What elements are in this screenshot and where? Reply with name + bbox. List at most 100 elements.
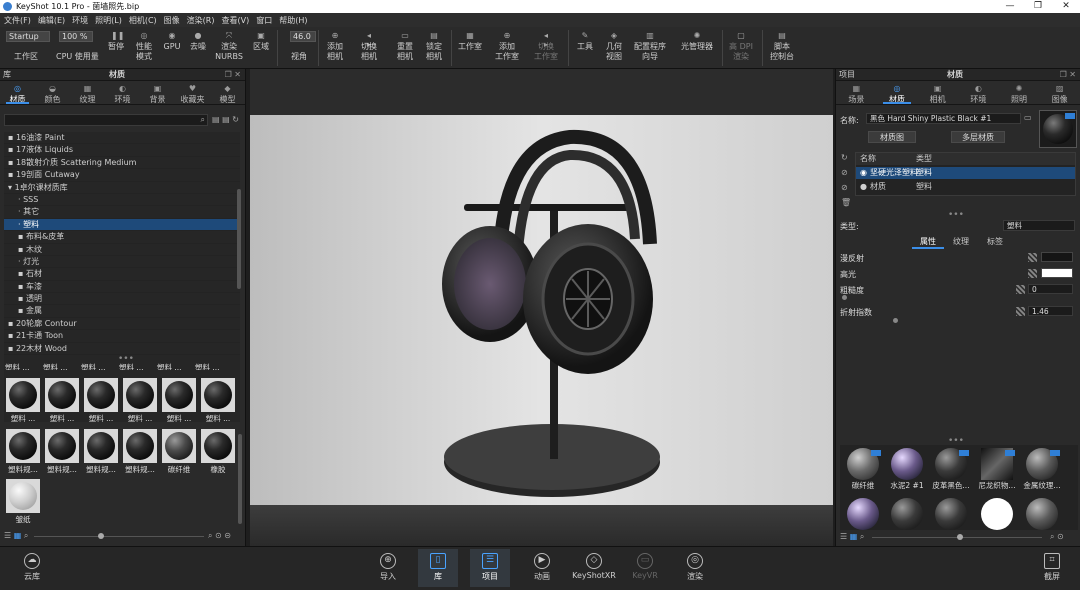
menu-window[interactable]: 窗口 <box>256 15 272 26</box>
tree-item[interactable]: ▪ 19剖面 Cutaway <box>4 169 240 182</box>
material-type-select[interactable]: 塑料 <box>1003 220 1075 231</box>
configurator-wizard-button[interactable]: ▥ 配置程序 向导 <box>632 31 668 62</box>
project-swatch[interactable]: 金属纹理... <box>1022 448 1062 491</box>
refresh-icon[interactable]: ↻ <box>841 153 848 162</box>
region-button[interactable]: ▣ 区域 <box>250 31 272 52</box>
diffuse-texture-icon[interactable] <box>1028 253 1037 262</box>
menu-camera[interactable]: 相机(C) <box>129 15 157 26</box>
tab-image[interactable]: ▨ 图像 <box>1039 81 1080 104</box>
project-swatch-thumbnail[interactable] <box>1026 498 1058 530</box>
thumbnail-size-slider[interactable] <box>34 536 204 537</box>
project-swatch[interactable]: 水泥2 #1 <box>887 448 927 491</box>
tree-item[interactable]: · 灯光 <box>4 256 240 269</box>
animation-button[interactable]: ▶ 动画 <box>522 553 562 582</box>
menu-file[interactable]: 文件(F) <box>4 15 31 26</box>
tab-models[interactable]: ◆ 模型 <box>210 81 245 104</box>
tab-textures[interactable]: ▦ 纹理 <box>70 81 105 104</box>
menu-lighting[interactable]: 照明(L) <box>95 15 122 26</box>
material-swatch[interactable]: 塑料规... <box>44 429 80 475</box>
add-studio-button[interactable]: ⊕ 添加 工作室 <box>493 31 521 62</box>
list-view-icon[interactable]: ☰ <box>840 532 847 541</box>
tree-scrollbar[interactable] <box>237 189 241 289</box>
library-search-input[interactable]: ⌕ <box>4 114 208 126</box>
reset-camera-button[interactable]: ▭ 重置 相机 <box>393 31 417 62</box>
material-swatch[interactable]: 塑料 ... <box>83 378 119 424</box>
link-icon[interactable]: ⊘ <box>841 168 848 177</box>
screenshot-button[interactable]: ⌗ 截屏 <box>1032 553 1072 582</box>
minimize-icon[interactable]: — <box>996 0 1024 13</box>
material-swatch[interactable]: 塑料 ... <box>200 378 236 424</box>
tree-item-selected[interactable]: · 塑料 <box>4 218 240 232</box>
render-nurbs-button[interactable]: ⤧ 渲染 NURBS <box>215 31 243 62</box>
tree-item[interactable]: · SSS <box>4 194 240 207</box>
table-row-selected[interactable]: ◉ 坚硬光泽塑料 塑料 <box>856 167 1075 179</box>
tree-item[interactable]: ▪ 16油漆 Paint <box>4 132 240 145</box>
unlink-icon[interactable]: ⊘ <box>841 183 848 192</box>
library-button[interactable]: ▯ 库 <box>418 549 458 587</box>
tab-camera[interactable]: ▣ 相机 <box>917 81 958 104</box>
tree-item[interactable]: ▪ 布料&皮革 <box>4 231 240 244</box>
grid-view-icon[interactable]: ▦ <box>850 532 858 541</box>
zoom-input[interactable]: 100 % <box>59 31 93 42</box>
light-manager-button[interactable]: ✺ 光管理器 <box>679 31 715 52</box>
cpu-usage-button[interactable]: CPU 使用量 <box>56 52 99 62</box>
tree-item[interactable]: ▪ 21卡通 Toon <box>4 330 240 343</box>
tree-item[interactable]: · 其它 <box>4 206 240 219</box>
subtab-textures[interactable]: 纹理 <box>946 236 976 247</box>
list-view-icon[interactable]: ☰ <box>4 531 11 540</box>
diffuse-color-swatch[interactable] <box>1041 252 1073 262</box>
tab-colors[interactable]: ◒ 颜色 <box>35 81 70 104</box>
menu-environment[interactable]: 环境 <box>72 15 88 26</box>
material-graph-button[interactable]: 材质图 <box>868 131 916 143</box>
menu-image[interactable]: 图像 <box>164 15 180 26</box>
tab-backgrounds[interactable]: ▣ 背景 <box>140 81 175 104</box>
slider-handle[interactable] <box>957 534 963 540</box>
tree-item[interactable]: ▪ 透明 <box>4 293 240 306</box>
zoom-out-icon[interactable]: ⌕ <box>24 531 28 540</box>
swatch-scrollbar[interactable] <box>238 434 242 524</box>
zoom-in-icon[interactable]: ⌕ ⊙ <box>1050 532 1064 542</box>
project-swatch-thumbnail[interactable] <box>935 498 967 530</box>
hi-dpi-render-button[interactable]: ▢ 高 DPI 渲染 <box>726 31 756 62</box>
delete-icon[interactable]: 🗑 <box>841 198 851 207</box>
material-swatch[interactable]: 碳纤维 <box>161 429 197 475</box>
keyshotxr-button[interactable]: ◇ KeyShotXR <box>570 553 618 580</box>
tree-item[interactable]: ▪ 车漆 <box>4 281 240 294</box>
project-swatch[interactable]: 碳纤维 <box>843 448 883 491</box>
grid-view-icon[interactable]: ▦ <box>14 531 22 540</box>
close-icon[interactable]: ✕ <box>1052 0 1080 13</box>
tree-item[interactable]: ▪ 木纹 <box>4 244 240 256</box>
material-name-input[interactable]: 黑色 Hard Shiny Plastic Black #1 <box>866 113 1021 124</box>
material-swatch[interactable]: 塑料 ... <box>5 378 41 424</box>
pause-button[interactable]: ❚❚ 暂停 <box>105 31 127 52</box>
cloud-library-button[interactable]: ☁ 云库 <box>12 553 52 582</box>
material-swatch[interactable]: 塑料规... <box>83 429 119 475</box>
zoom-out-icon[interactable]: ⌕ <box>860 532 864 541</box>
splitter-handle[interactable]: ••• <box>948 210 964 220</box>
tree-item[interactable]: ▪ 17液体 Liquids <box>4 144 240 157</box>
specular-color-swatch[interactable] <box>1041 268 1073 278</box>
material-swatch[interactable]: 塑料 ... <box>161 378 197 424</box>
project-swatch-thumbnail[interactable] <box>981 498 1013 530</box>
material-swatch[interactable]: 塑料规... <box>5 429 41 475</box>
menu-view[interactable]: 查看(V) <box>221 15 249 26</box>
multi-material-button[interactable]: 多层材质 <box>951 131 1005 143</box>
maximize-icon[interactable]: ❐ <box>1024 0 1052 13</box>
tree-item[interactable]: ▪ 石材 <box>4 268 240 281</box>
save-material-icon[interactable]: ▭ <box>1024 113 1032 122</box>
switch-camera-button[interactable]: ◂ ▸ 切换 相机 <box>357 31 381 62</box>
render-button[interactable]: ◎ 渲染 <box>675 553 715 582</box>
view-angle-button[interactable]: 视角 <box>288 52 310 62</box>
workspace-select[interactable]: Startup <box>6 31 50 42</box>
keyvr-button[interactable]: ▭ KeyVR <box>625 553 665 580</box>
import-button[interactable]: ⊕ 导入 <box>368 553 408 582</box>
render-viewport[interactable] <box>250 69 833 546</box>
tree-item[interactable]: ▪ 20轮廓 Contour <box>4 318 240 331</box>
performance-mode-button[interactable]: ◎ 性能 模式 <box>133 31 155 62</box>
project-button[interactable]: ☰ 项目 <box>470 549 510 587</box>
menu-render[interactable]: 渲染(R) <box>187 15 215 26</box>
tab-material[interactable]: ◎ 材质 <box>877 81 918 104</box>
ior-slider[interactable] <box>893 318 898 323</box>
specular-texture-icon[interactable] <box>1028 269 1037 278</box>
tree-item[interactable]: ▾ 1卓尔课材质库 <box>4 182 240 194</box>
